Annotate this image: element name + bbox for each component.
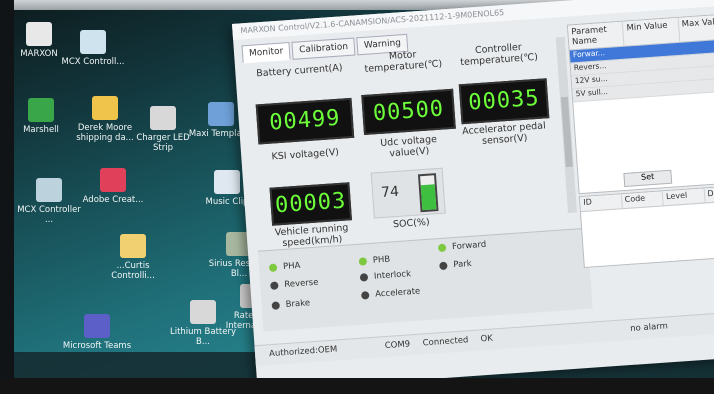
monitor-bezel-left [0, 0, 14, 394]
controller-temp-display: 00035 [458, 78, 550, 125]
desktop-icon-label: Microsoft Teams [62, 341, 132, 351]
desktop-icon-label: MCX Controller ... [17, 205, 81, 225]
controller-app-window: MARXON Control/V2.1.6-CANAMSION/ACS-2021… [232, 0, 714, 392]
desktop-icon[interactable]: Marshell [6, 98, 76, 135]
column-code[interactable]: Code [621, 191, 664, 209]
desktop-icon-image [92, 96, 118, 120]
scrollbar-thumb[interactable] [560, 96, 573, 168]
desktop-icon[interactable]: Adobe Creat... [78, 168, 148, 205]
desktop-icon-image [36, 178, 62, 202]
desktop-icon-image [208, 102, 234, 126]
column-date[interactable]: Date [704, 185, 714, 203]
desktop-icon[interactable]: MCX Controll... [58, 30, 128, 67]
vehicle-speed-display: 00003 [269, 182, 352, 226]
desktop-icon-image [214, 170, 240, 194]
desktop-icon-label: Marshell [23, 125, 59, 135]
desktop-icon-image [120, 234, 146, 258]
desktop-icon-image [150, 106, 176, 130]
ksi-voltage-label: KSI voltage(V) [271, 146, 340, 163]
battery-current-label: Battery current(A) [255, 62, 343, 80]
battery-level-fill [420, 184, 437, 211]
indicator-brake: Brake [271, 298, 310, 311]
battery-icon [417, 173, 439, 213]
alarm-status: no alarm [629, 321, 669, 334]
desktop-icon-image [80, 30, 106, 54]
fault-table: ID Code Level Date [578, 184, 714, 269]
column-max-value[interactable]: Max Value [678, 13, 714, 42]
desktop-icon[interactable]: Microsoft Teams [62, 314, 132, 351]
desktop-icon-image [28, 98, 54, 122]
controller-temp-label: Controller temperature(℃) [459, 41, 539, 69]
column-id[interactable]: ID [579, 194, 623, 212]
soc-panel: 74 [370, 167, 446, 219]
photo-scene: MARXON MCX Controll... Marshell Derek Moore… [0, 0, 714, 394]
column-min-value[interactable]: Min Value [623, 17, 680, 46]
indicator-interlock: Interlock [359, 269, 411, 283]
desktop-icon-label: MCX Controll... [61, 57, 125, 67]
port-status: COM9 [384, 339, 411, 352]
tab-monitor[interactable]: Monitor [241, 42, 291, 64]
column-level[interactable]: Level [662, 188, 706, 206]
connection-status: Connected [422, 335, 469, 349]
accelerator-sensor-label: Accelerator pedal sensor(V) [461, 120, 547, 147]
indicator-reverse: Reverse [270, 278, 319, 291]
motor-temp-display: 00500 [361, 88, 456, 136]
tab-calibration[interactable]: Calibration [291, 37, 356, 60]
soc-value: 74 [380, 183, 400, 201]
desktop-icon-label: ...Curtis Controlli... [111, 261, 155, 281]
desktop-icon-image [190, 300, 216, 324]
desktop-icon-image [26, 22, 52, 46]
parameter-table: Paramet Name Min Value Max Value Forwar.… [566, 12, 714, 195]
desktop-icon-image [100, 168, 126, 192]
udc-voltage-label: Udc voltage value(V) [379, 134, 438, 160]
column-parameter-name[interactable]: Paramet Name [567, 21, 625, 50]
battery-current-display: 00499 [255, 97, 355, 145]
indicator-park: Park [439, 259, 472, 271]
desktop-icon[interactable]: ...Curtis Controlli... [98, 234, 168, 281]
desktop-icon-label: Adobe Creat... [82, 195, 144, 205]
indicator-pha: PHA [268, 261, 301, 273]
monitor-bezel-bottom [0, 378, 714, 394]
desktop-icon-image [84, 314, 110, 338]
authorized-status: Authorized:OEM [268, 344, 338, 360]
desktop-icon[interactable]: MCX Controller ... [14, 178, 84, 225]
ok-status: OK [480, 333, 494, 345]
soc-label: SOC(%) [392, 216, 430, 231]
indicator-phb: PHB [358, 255, 391, 267]
indicator-forward: Forward [437, 240, 487, 253]
indicator-accelerate: Accelerate [360, 287, 421, 301]
